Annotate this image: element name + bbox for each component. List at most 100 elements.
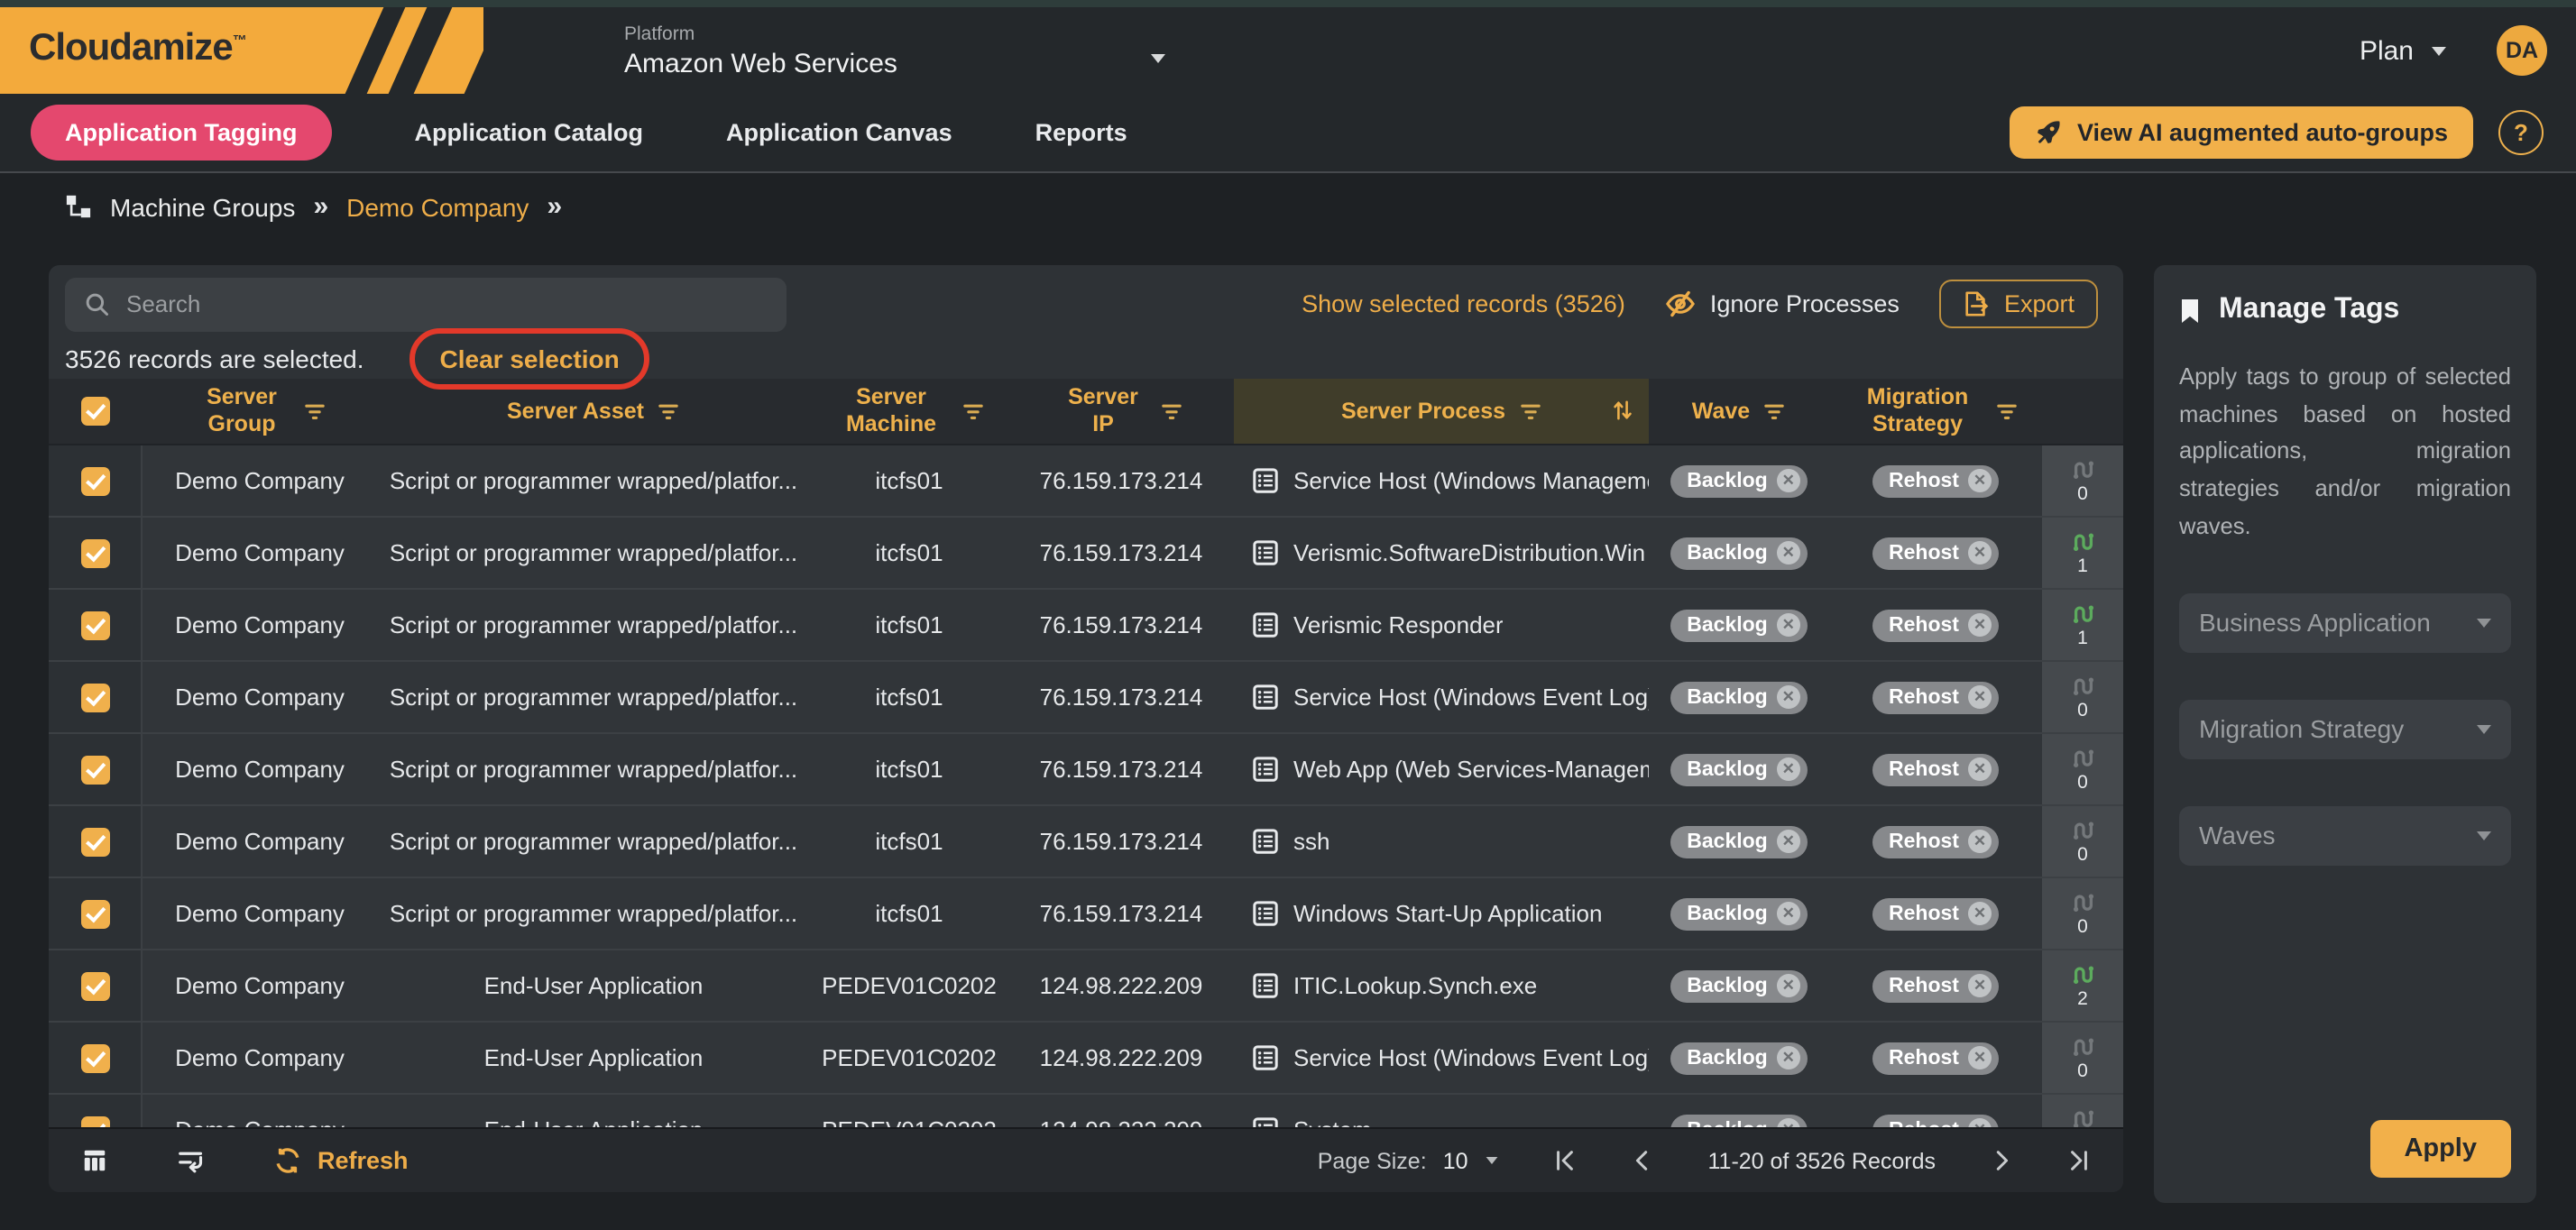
row-checkbox[interactable]	[80, 899, 109, 928]
chip-remove-icon[interactable]: ✕	[1777, 830, 1800, 853]
breadcrumb: Machine Groups » Demo Company »	[0, 173, 2576, 240]
breadcrumb-machine-groups[interactable]: Machine Groups	[110, 192, 295, 221]
search-input[interactable]	[126, 290, 767, 317]
chip-remove-icon[interactable]: ✕	[1777, 613, 1800, 637]
table-footer: Refresh Page Size: 10 11-20 of 3526 Reco…	[49, 1127, 2123, 1192]
chip-remove-icon[interactable]: ✕	[1777, 469, 1800, 492]
row-checkbox[interactable]	[80, 466, 109, 495]
chip-remove-icon[interactable]: ✕	[1968, 541, 1992, 565]
chip-remove-icon[interactable]: ✕	[1968, 469, 1992, 492]
column-settings-icon[interactable]	[81, 1147, 108, 1174]
checkbox-cell	[49, 590, 143, 660]
table-row[interactable]: Demo Company End-User Application PEDEV0…	[49, 950, 2123, 1023]
chip-remove-icon[interactable]: ✕	[1777, 541, 1800, 565]
connections-icon[interactable]	[2070, 601, 2095, 625]
tab-application-catalog[interactable]: Application Catalog	[415, 119, 644, 146]
business-application-dropdown[interactable]: Business Application	[2179, 592, 2511, 652]
header-wave[interactable]: Wave	[1649, 379, 1829, 444]
view-ai-auto-groups-button[interactable]: View AI augmented auto-groups	[2010, 106, 2473, 159]
chip-remove-icon[interactable]: ✕	[1968, 685, 1992, 709]
migration-strategy-dropdown[interactable]: Migration Strategy	[2179, 699, 2511, 758]
connections-icon[interactable]	[2070, 962, 2095, 986]
breadcrumb-demo-company[interactable]: Demo Company	[346, 192, 529, 221]
chip-remove-icon[interactable]: ✕	[1968, 613, 1992, 637]
column-label: Server Asset	[507, 398, 644, 425]
chip-remove-icon[interactable]: ✕	[1777, 902, 1800, 925]
row-checkbox[interactable]	[80, 683, 109, 711]
tab-application-tagging[interactable]: Application Tagging	[31, 105, 332, 161]
platform-select[interactable]: Platform Amazon Web Services	[624, 23, 1165, 78]
chip-remove-icon[interactable]: ✕	[1777, 974, 1800, 997]
header-server-process[interactable]: Server Process	[1234, 379, 1649, 444]
connections-icon[interactable]	[2070, 674, 2095, 697]
table-row[interactable]: Demo Company Script or programmer wrappe…	[49, 662, 2123, 734]
waves-dropdown[interactable]: Waves	[2179, 805, 2511, 865]
header-server-machine[interactable]: Server Machine	[810, 379, 1008, 444]
filter-icon[interactable]	[657, 401, 680, 421]
ignore-processes-button[interactable]: Ignore Processes	[1665, 290, 1900, 317]
row-checkbox[interactable]	[80, 971, 109, 1000]
row-checkbox[interactable]	[80, 610, 109, 639]
tab-application-canvas[interactable]: Application Canvas	[726, 119, 952, 146]
chip-remove-icon[interactable]: ✕	[1777, 685, 1800, 709]
process-icon	[1252, 1044, 1279, 1071]
table-row[interactable]: Demo Company Script or programmer wrappe…	[49, 518, 2123, 590]
table-row[interactable]: Demo Company End-User Application PEDEV0…	[49, 1023, 2123, 1095]
chip-remove-icon[interactable]: ✕	[1777, 757, 1800, 781]
filter-icon[interactable]	[1995, 401, 2019, 421]
last-page-button[interactable]	[2067, 1149, 2091, 1172]
table-row[interactable]: Demo Company Script or programmer wrappe…	[49, 734, 2123, 806]
page-size-select[interactable]: Page Size: 10	[1318, 1148, 1499, 1173]
wave-chip: Backlog✕	[1670, 825, 1808, 858]
connections-icon[interactable]	[2070, 457, 2095, 481]
header-server-ip[interactable]: Server IP	[1008, 379, 1234, 444]
show-selected-records-link[interactable]: Show selected records (3526)	[1302, 290, 1625, 317]
strategy-chip-label: Rehost	[1889, 1047, 1959, 1069]
connections-icon[interactable]	[2070, 1034, 2095, 1058]
chip-remove-icon[interactable]: ✕	[1968, 757, 1992, 781]
connections-icon[interactable]	[2070, 746, 2095, 769]
app-header: Cloudamize™ Platform Amazon Web Services…	[0, 7, 2576, 94]
connections-icon[interactable]	[2070, 818, 2095, 841]
row-checkbox[interactable]	[80, 538, 109, 567]
next-page-button[interactable]	[1990, 1149, 2013, 1172]
wrap-text-icon[interactable]	[177, 1148, 206, 1173]
filter-icon[interactable]	[1159, 401, 1182, 421]
connections-icon[interactable]	[2070, 529, 2095, 553]
tab-reports[interactable]: Reports	[1035, 119, 1127, 146]
row-checkbox[interactable]	[80, 1043, 109, 1072]
table-row[interactable]: Demo Company Script or programmer wrappe…	[49, 878, 2123, 950]
filter-icon[interactable]	[303, 401, 327, 421]
first-page-button[interactable]	[1553, 1149, 1577, 1172]
table-row[interactable]: Demo Company Script or programmer wrappe…	[49, 445, 2123, 518]
filter-icon[interactable]	[1518, 401, 1541, 421]
header-migration-strategy[interactable]: Migration Strategy	[1829, 379, 2042, 444]
chip-remove-icon[interactable]: ✕	[1968, 902, 1992, 925]
select-all-checkbox[interactable]	[81, 397, 110, 426]
header-server-asset[interactable]: Server Asset	[377, 379, 810, 444]
filter-icon[interactable]	[1762, 401, 1786, 421]
plan-menu[interactable]: Plan	[2360, 35, 2446, 66]
chip-remove-icon[interactable]: ✕	[1968, 1046, 1992, 1069]
previous-page-button[interactable]	[1631, 1149, 1654, 1172]
chip-remove-icon[interactable]: ✕	[1968, 974, 1992, 997]
header-server-group[interactable]: Server Group	[143, 379, 377, 444]
table-row[interactable]: Demo Company Script or programmer wrappe…	[49, 590, 2123, 662]
row-checkbox[interactable]	[80, 755, 109, 784]
refresh-button[interactable]: Refresh	[274, 1147, 409, 1174]
clear-selection-button[interactable]: Clear selection	[440, 344, 620, 372]
chip-remove-icon[interactable]: ✕	[1777, 1046, 1800, 1069]
connections-count: 0	[2077, 482, 2088, 504]
help-icon[interactable]: ?	[2498, 110, 2544, 155]
connections-icon[interactable]	[2070, 890, 2095, 913]
cell-server-machine: itcfs01	[810, 878, 1008, 949]
row-checkbox[interactable]	[80, 827, 109, 856]
sort-icon[interactable]	[1613, 399, 1633, 429]
avatar[interactable]: DA	[2497, 25, 2547, 76]
table-row[interactable]: Demo Company Script or programmer wrappe…	[49, 806, 2123, 878]
chip-remove-icon[interactable]: ✕	[1968, 830, 1992, 853]
export-button[interactable]: Export	[1939, 280, 2098, 328]
filter-icon[interactable]	[961, 401, 985, 421]
apply-button[interactable]: Apply	[2369, 1120, 2511, 1178]
cloudamize-logo[interactable]: Cloudamize™	[0, 7, 483, 94]
